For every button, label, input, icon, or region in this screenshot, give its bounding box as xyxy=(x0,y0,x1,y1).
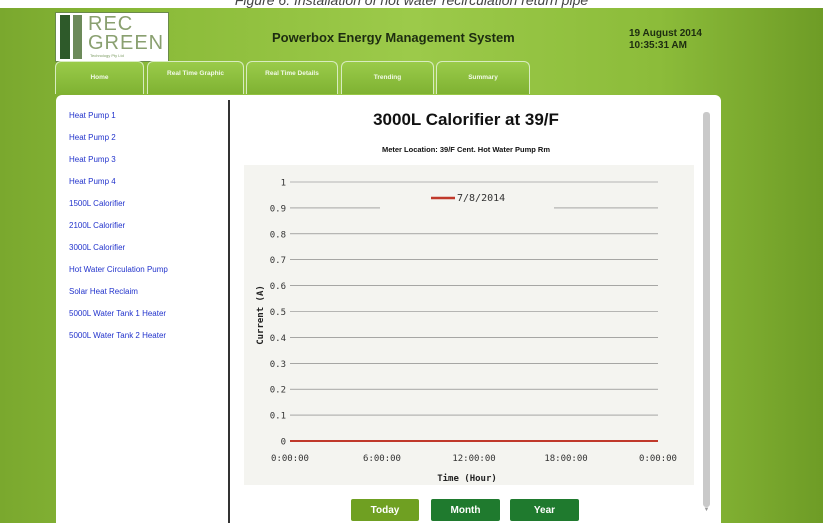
y-tick-label: 0.2 xyxy=(270,386,286,396)
y-tick-label: 0.4 xyxy=(270,334,286,344)
x-tick-label: 0:00:00 xyxy=(639,454,677,464)
x-tick-label: 12:00:00 xyxy=(452,454,495,464)
today-button[interactable]: Today xyxy=(351,499,419,521)
x-tick-label: 6:00:00 xyxy=(363,454,401,464)
scroll-down-arrow[interactable]: ▼ xyxy=(703,507,710,515)
y-tick-label: 0 xyxy=(281,438,286,448)
legend-label: 7/8/2014 xyxy=(457,193,505,204)
y-tick-label: 0.8 xyxy=(270,230,286,240)
y-tick-label: 0.5 xyxy=(270,308,286,318)
x-tick-label: 18:00:00 xyxy=(544,454,587,464)
x-tick-label: 0:00:00 xyxy=(271,454,309,464)
y-tick-label: 0.1 xyxy=(270,412,286,422)
y-tick-label: 0.6 xyxy=(270,282,286,292)
year-button[interactable]: Year xyxy=(510,499,579,521)
month-button[interactable]: Month xyxy=(431,499,500,521)
y-axis-label: Current (A) xyxy=(256,285,266,345)
scrollbar[interactable] xyxy=(703,112,710,507)
y-tick-label: 0.7 xyxy=(270,256,286,266)
x-axis-label: Time (Hour) xyxy=(437,473,497,484)
y-tick-label: 1 xyxy=(281,179,286,189)
y-tick-label: 0.9 xyxy=(270,204,286,214)
current-chart: 0 0.1 0.2 0.3 0.4 0.5 0.6 0.7 0.8 0.9 1 0:00:00 6:00… xyxy=(256,179,677,485)
y-tick-label: 0.3 xyxy=(270,360,286,370)
